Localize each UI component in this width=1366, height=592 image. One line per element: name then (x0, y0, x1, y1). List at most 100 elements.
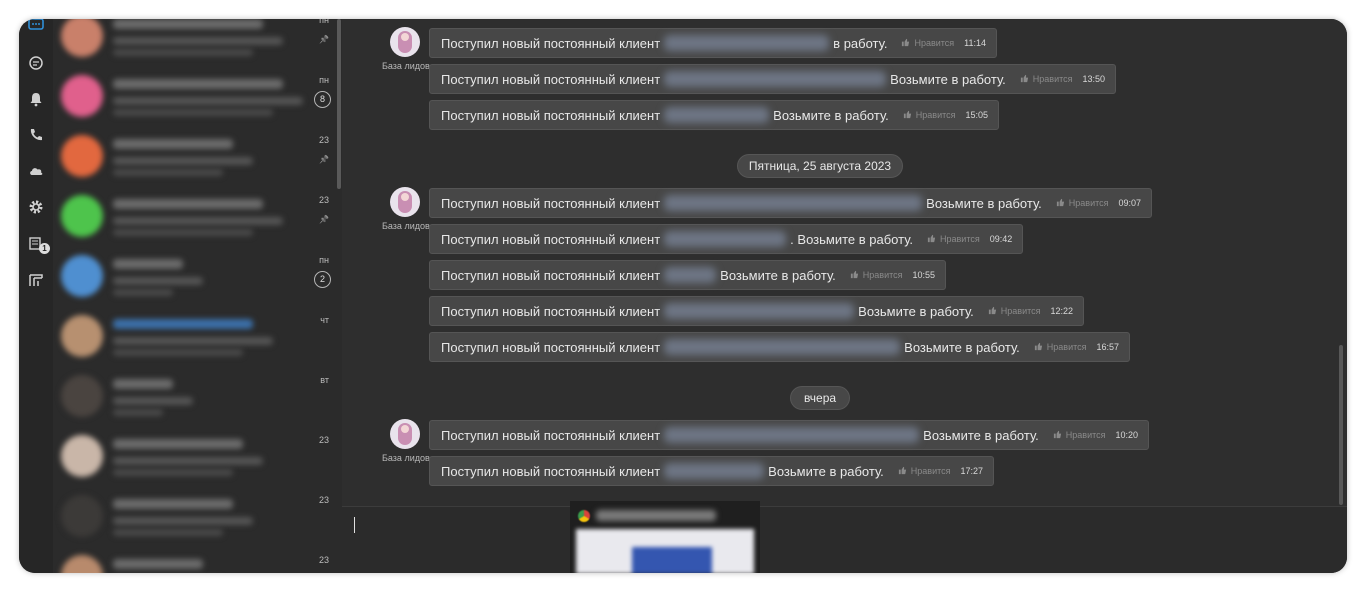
chat-date: 23 (318, 495, 329, 505)
message-text: Поступил новый постоянный клиент (441, 35, 661, 51)
window-preview-thumbnail[interactable] (570, 501, 760, 573)
sender-name[interactable]: База лидов (382, 61, 430, 71)
chat-date: пн (319, 255, 329, 265)
bell-icon[interactable] (26, 89, 46, 109)
chat-list-item[interactable]: 23 (53, 545, 339, 573)
chat-date: 23 (318, 435, 329, 445)
avatar (61, 315, 103, 357)
avatar (61, 435, 103, 477)
like-button[interactable]: Нравится (1053, 430, 1106, 440)
chat-preview-line2 (113, 169, 223, 176)
avatar (61, 495, 103, 537)
message-action-text: в работу. (833, 35, 888, 51)
chat-list-item[interactable]: пн 📌 (53, 19, 339, 65)
avatar (61, 75, 103, 117)
redacted-client-name (664, 107, 770, 123)
message-bubble[interactable]: Поступил новый постоянный клиент Возьмите… (429, 296, 1085, 326)
like-button[interactable]: Нравится (988, 306, 1041, 316)
message-input-bar[interactable] (342, 501, 1347, 573)
chat-name (113, 319, 253, 329)
like-button[interactable]: Нравится (903, 110, 956, 120)
chat-list-item[interactable]: вт (53, 365, 339, 425)
sender-avatar[interactable] (390, 27, 420, 57)
like-label: Нравится (1068, 198, 1109, 208)
message-bubble[interactable]: Поступил новый постоянный клиент Возьмите… (429, 260, 947, 290)
like-button[interactable]: Нравится (927, 234, 980, 244)
like-button[interactable]: Нравится (898, 466, 951, 476)
like-button[interactable]: Нравится (901, 38, 954, 48)
messages-icon[interactable] (26, 53, 46, 73)
unread-count: 2 (314, 271, 331, 288)
message-bubble[interactable]: Поступил новый постоянный клиент Возьмите… (429, 456, 995, 486)
chat-preview (113, 517, 253, 525)
message-bubble[interactable]: Поступил новый постоянный клиент Возьмите… (429, 420, 1150, 450)
redacted-client-name (664, 71, 887, 87)
chat-preview (113, 37, 283, 45)
message-bubble[interactable]: Поступил новый постоянный клиент Возьмите… (429, 64, 1117, 94)
message-area: густа 2023База лидовПоступил новый посто… (342, 19, 1347, 506)
chat-preview-line2 (113, 349, 243, 356)
board-icon[interactable] (26, 270, 46, 290)
chat-preview (113, 97, 303, 105)
sender-name[interactable]: База лидов (382, 221, 430, 231)
message-time: 17:27 (960, 466, 984, 476)
phone-icon[interactable] (26, 125, 46, 145)
message-bubble[interactable]: Поступил новый постоянный клиент Возьмите… (429, 188, 1153, 218)
chat-list-item[interactable]: 23 (53, 485, 339, 545)
message-bubble[interactable]: Поступил новый постоянный клиент Возьмите… (429, 100, 1000, 130)
message-action-text: Возьмите в работу. (858, 303, 974, 319)
message-text: Поступил новый постоянный клиент (441, 267, 661, 283)
chat-preview-line2 (113, 49, 253, 56)
chat-date: 23 (318, 135, 329, 145)
message-time: 10:20 (1115, 430, 1139, 440)
like-button[interactable]: Нравится (1020, 74, 1073, 84)
message-action-text: Возьмите в работу. (926, 195, 1042, 211)
like-button[interactable]: Нравится (850, 270, 903, 280)
pin-icon: 📌 (319, 155, 329, 164)
like-label: Нравится (862, 270, 903, 280)
chat-preview-line2 (113, 529, 223, 536)
gear-icon[interactable] (26, 197, 46, 217)
unread-count: 8 (314, 91, 331, 108)
chat-list-item[interactable]: пн 2 (53, 245, 339, 305)
chat-date: 23 (318, 555, 329, 565)
pin-icon: 📌 (319, 215, 329, 224)
preview-image (576, 529, 754, 573)
message-text: Поступил новый постоянный клиент (441, 463, 661, 479)
chat-list-item[interactable]: 23 (53, 425, 339, 485)
message-bubble[interactable]: Поступил новый постоянный клиент . Возьми… (429, 224, 1024, 254)
sender-name[interactable]: База лидов (382, 453, 430, 463)
redacted-client-name (664, 195, 923, 211)
chat-name (113, 199, 263, 209)
message-scrollbar[interactable] (1339, 345, 1343, 505)
chat-name (113, 439, 243, 449)
tasks-badge: 1 (39, 243, 50, 254)
chat-preview (113, 157, 253, 165)
chat-list-item[interactable]: 23 📌 (53, 125, 339, 185)
chat-list-item[interactable]: чт (53, 305, 339, 365)
date-separator: вчера (790, 386, 850, 410)
message-time: 15:05 (965, 110, 989, 120)
chat-preview (113, 457, 263, 465)
chat-list-item[interactable]: пн 8 (53, 65, 339, 125)
like-button[interactable]: Нравится (1034, 342, 1087, 352)
conversation-pane: густа 2023База лидовПоступил новый посто… (342, 19, 1347, 573)
like-button[interactable]: Нравится (1056, 198, 1109, 208)
message-time: 10:55 (912, 270, 936, 280)
chat-icon[interactable] (26, 19, 46, 35)
like-label: Нравится (940, 234, 980, 244)
cloud-icon[interactable] (26, 161, 46, 181)
icon-rail: 1 (19, 19, 53, 573)
avatar (61, 195, 103, 237)
chat-list-item[interactable]: 23 📌 (53, 185, 339, 245)
chat-list-scrollbar[interactable] (337, 19, 341, 189)
chat-preview (113, 277, 203, 285)
chat-date: вт (320, 375, 329, 385)
message-action-text: Возьмите в работу. (773, 107, 889, 123)
sender-avatar[interactable] (390, 187, 420, 217)
tasks-icon[interactable]: 1 (26, 234, 50, 254)
message-bubble[interactable]: Поступил новый постоянный клиент Возьмите… (429, 332, 1131, 362)
message-action-text: Возьмите в работу. (720, 267, 836, 283)
message-bubble[interactable]: Поступил новый постоянный клиент в работу… (429, 28, 998, 58)
sender-avatar[interactable] (390, 419, 420, 449)
